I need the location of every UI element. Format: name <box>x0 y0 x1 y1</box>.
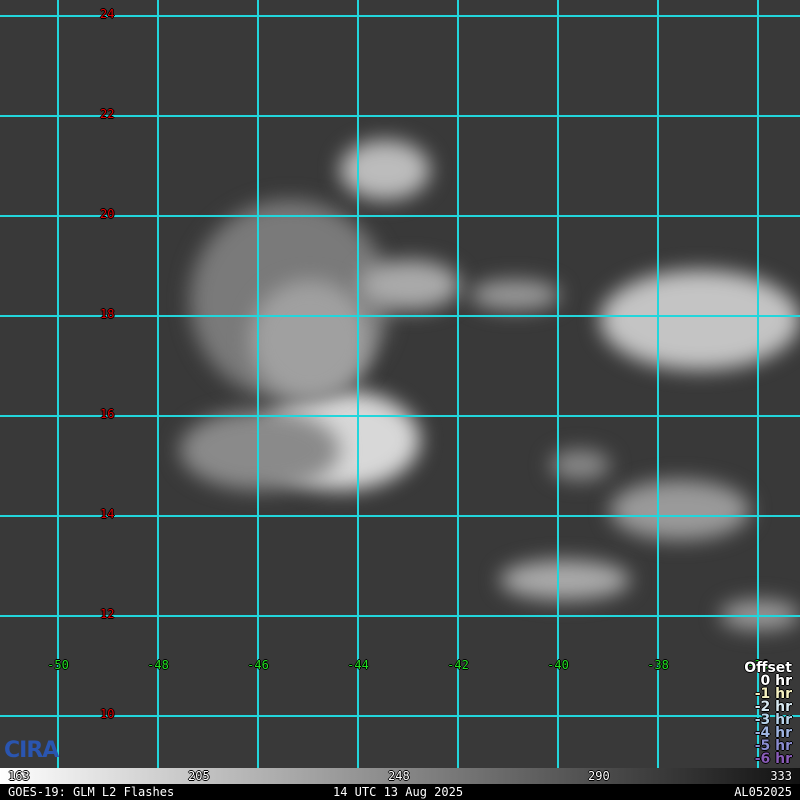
longitude-line <box>557 0 559 768</box>
latitude-label: 16 <box>100 407 115 421</box>
offset-legend: Offset 0 hr -1 hr -2 hr -3 hr -4 hr -5 hr -6 h… <box>744 661 792 767</box>
longitude-line <box>57 0 59 768</box>
cloud <box>610 480 750 540</box>
latitude-line <box>0 215 800 217</box>
cloud <box>600 270 800 370</box>
legend-item: -6 hr <box>754 751 792 767</box>
brightness-temperature-colorbar: 163 205 248 290 333 <box>0 768 800 784</box>
latitude-line <box>0 615 800 617</box>
storm-id: AL052025 <box>734 785 792 799</box>
colorbar-tick: 163 <box>8 769 30 783</box>
satellite-viewer: 24 22 20 18 16 14 12 10 -50 -48 -46 -44 -42 -40 -38 -36… <box>0 0 800 800</box>
latitude-label: 14 <box>100 507 115 521</box>
latitude-line <box>0 715 800 717</box>
cloud <box>470 280 560 310</box>
latitude-label: 24 <box>100 7 115 21</box>
logo-text: CIRA <box>4 738 59 763</box>
product-label: GOES-19: GLM L2 Flashes <box>8 785 175 799</box>
cloud <box>500 560 630 600</box>
cloud <box>340 140 430 200</box>
colorbar-tick: 205 <box>188 769 210 783</box>
longitude-label: -42 <box>447 658 469 672</box>
colorbar-tick: 248 <box>388 769 410 783</box>
longitude-line <box>357 0 359 768</box>
cloud <box>360 260 460 310</box>
cloud <box>250 280 370 400</box>
cloud <box>550 450 610 480</box>
longitude-label: -48 <box>147 658 169 672</box>
longitude-line <box>457 0 459 768</box>
latitude-line <box>0 315 800 317</box>
latitude-label: 12 <box>100 607 115 621</box>
timestamp: 14 UTC 13 Aug 2025 <box>333 785 464 799</box>
footer-bar: GOES-19: GLM L2 Flashes 14 UTC 13 Aug 20… <box>0 784 800 800</box>
latitude-label: 18 <box>100 307 115 321</box>
colorbar-tick: 333 <box>770 769 792 783</box>
longitude-line <box>757 0 759 768</box>
latitude-label: 22 <box>100 107 115 121</box>
latitude-label: 20 <box>100 207 115 221</box>
longitude-label: -46 <box>247 658 269 672</box>
latitude-line <box>0 515 800 517</box>
longitude-line <box>257 0 259 768</box>
longitude-label: -38 <box>647 658 669 672</box>
latitude-line <box>0 415 800 417</box>
cira-logo: CIRA <box>4 738 59 763</box>
latitude-line <box>0 115 800 117</box>
longitude-line <box>157 0 159 768</box>
longitude-label: -44 <box>347 658 369 672</box>
latitude-label: 10 <box>100 707 115 721</box>
longitude-line <box>657 0 659 768</box>
longitude-label: -50 <box>47 658 69 672</box>
cloud <box>180 410 340 490</box>
longitude-label: -40 <box>547 658 569 672</box>
colorbar-tick: 290 <box>588 769 610 783</box>
latitude-line <box>0 15 800 17</box>
